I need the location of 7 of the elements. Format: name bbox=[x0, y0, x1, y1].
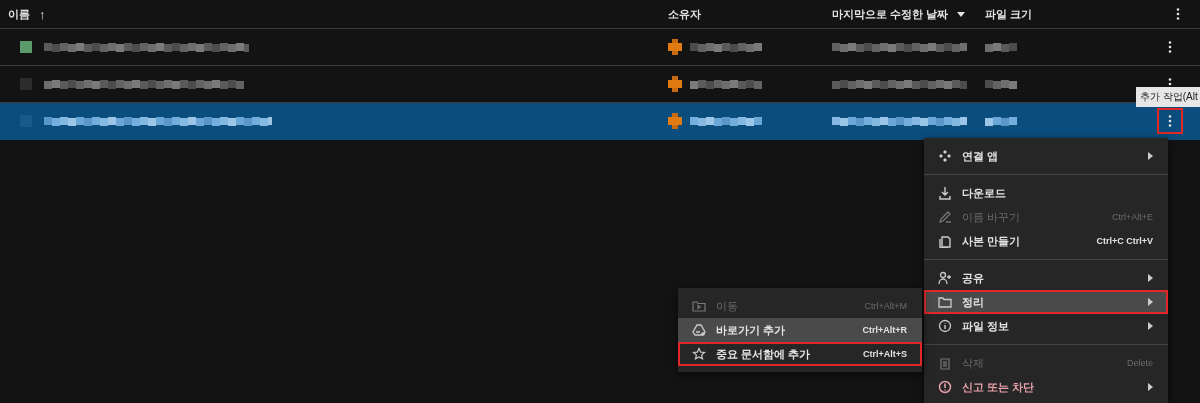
shortcut-text: Ctrl+C Ctrl+V bbox=[1096, 236, 1153, 246]
shortcut-text: Ctrl+Alt+M bbox=[864, 301, 907, 311]
tooltip-text: 추가 작업(Alt bbox=[1140, 91, 1198, 102]
shortcut-text: Delete bbox=[1127, 358, 1153, 368]
shortcut-text: Ctrl+Alt+S bbox=[863, 349, 907, 359]
shortcut-text: Ctrl+Alt+R bbox=[862, 325, 907, 335]
shortcut-text: Ctrl+Alt+E bbox=[1112, 212, 1153, 222]
